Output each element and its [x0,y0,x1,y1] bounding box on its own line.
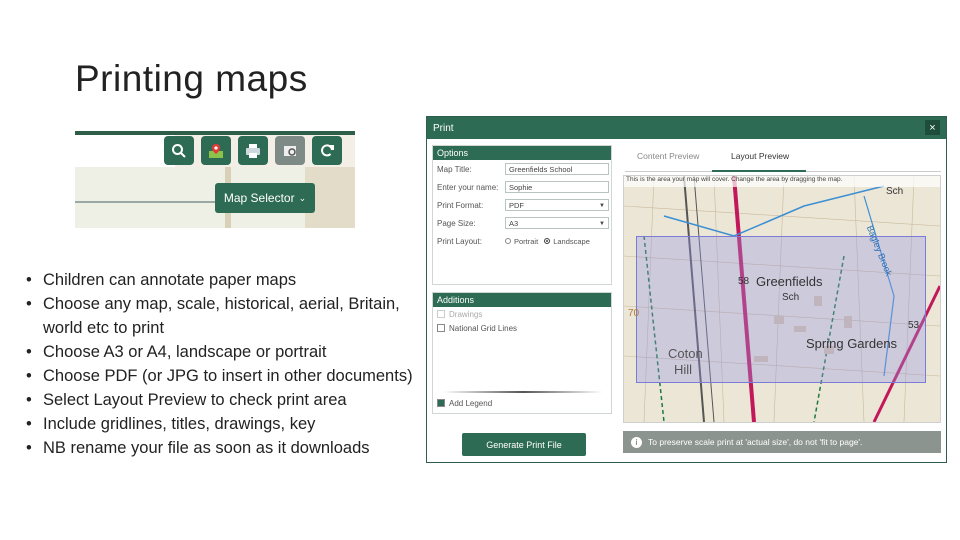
map-label-70: 70 [628,308,640,319]
map-selector-button[interactable]: Map Selector ⌄ [215,183,315,213]
checkbox-checked-icon [437,399,445,407]
map-title-input[interactable]: Greenfields School [505,163,609,175]
preview-tabs: Content Preview Layout Preview [625,143,941,172]
bullet-item: Children can annotate paper maps [26,268,421,292]
format-label: Print Format: [437,200,484,210]
map-label-sch: Sch [782,292,800,303]
map-note: This is the area your map will cover. Ch… [624,176,940,187]
map-title-label: Map Title: [437,164,472,174]
name-label: Enter your name: [437,182,499,192]
radio-icon [505,238,511,244]
options-panel: Options Map Title: Greenfields School En… [432,145,612,285]
layout-preview-map[interactable]: This is the area your map will cover. Ch… [623,175,941,423]
search-input[interactable] [75,135,175,168]
bullet-item: Choose PDF (or JPG to insert in other do… [26,364,421,388]
format-row: Print Format: PDF ▼ [433,196,611,214]
footnote-text: To preserve scale print at 'actual size'… [648,437,863,447]
print-dialog: Print × Options Map Title: Greenfields S… [426,116,947,463]
slide-title: Printing maps [75,58,308,99]
bullet-item: NB rename your file as soon as it downlo… [26,436,421,460]
layout-row: Print Layout: Portrait Landscape [433,232,611,250]
dropdown-arrow-icon: ▼ [599,203,605,209]
map-label-greenfields: Greenfields [756,274,823,289]
map-label-hill: Hill [674,362,693,377]
format-select[interactable]: PDF ▼ [505,199,609,211]
map-label-spring-gardens: Spring Gardens [806,336,898,351]
additions-panel: Additions Drawings National Grid Lines A… [432,292,612,414]
map-label-coton: Coton [668,346,703,361]
bullet-item: Include gridlines, titles, drawings, key [26,412,421,436]
options-heading: Options [433,146,611,160]
name-input[interactable]: Sophie [505,181,609,193]
map-label-58: 58 [738,276,750,287]
chevron-down-icon: ⌄ [298,192,307,203]
print-preview-icon[interactable] [275,136,305,165]
printer-icon[interactable] [238,136,268,165]
info-icon: i [631,436,642,448]
drawings-checkbox[interactable]: Drawings [433,307,611,321]
divider [443,391,603,393]
map-selector-label: Map Selector [223,191,295,205]
print-footnote: i To preserve scale print at 'actual siz… [623,431,941,453]
toolbar-screenshot: Map Selector ⌄ [75,131,355,228]
layout-label: Print Layout: [437,236,482,246]
landscape-radio[interactable]: Landscape [544,237,590,246]
bullet-item: Select Layout Preview to check print are… [26,388,421,412]
drawings-label: Drawings [449,309,483,319]
map-pin-icon[interactable] [201,136,231,165]
add-legend-checkbox[interactable]: Add Legend [433,396,492,410]
refresh-icon[interactable] [312,136,342,165]
portrait-label: Portrait [514,236,539,246]
tab-content-preview[interactable]: Content Preview [637,151,699,161]
dropdown-arrow-icon: ▼ [599,221,605,227]
map-label-53: 53 [908,320,920,331]
map-label-sch-top: Sch [886,186,904,197]
portrait-radio[interactable]: Portrait [505,237,538,246]
bullet-item: Choose A3 or A4, landscape or portrait [26,340,421,364]
add-legend-label: Add Legend [449,398,493,408]
tab-layout-preview[interactable]: Layout Preview [731,151,789,161]
grid-lines-checkbox[interactable]: National Grid Lines [433,321,611,335]
format-value: PDF [509,201,524,210]
radio-selected-icon [544,238,551,244]
checkbox-icon [437,324,445,332]
page-size-select[interactable]: A3 ▼ [505,217,609,229]
dialog-header: Print × [427,117,946,139]
bullet-item: Choose any map, scale, historical, aeria… [26,292,421,340]
grid-lines-label: National Grid Lines [449,323,518,333]
page-size-row: Page Size: A3 ▼ [433,214,611,232]
additions-heading: Additions [433,293,611,307]
search-icon[interactable] [164,136,194,165]
checkbox-icon [437,310,445,318]
generate-print-file-button[interactable]: Generate Print File [462,433,586,456]
close-icon[interactable]: × [925,120,940,135]
landscape-label: Landscape [553,236,590,246]
page-size-label: Page Size: [437,218,476,228]
map-title-row: Map Title: Greenfields School [433,160,611,178]
name-row: Enter your name: Sophie [433,178,611,196]
active-tab-indicator [712,170,806,172]
page-size-value: A3 [509,219,519,228]
dialog-title: Print [433,122,454,134]
bullet-list: Children can annotate paper maps Choose … [26,268,421,460]
